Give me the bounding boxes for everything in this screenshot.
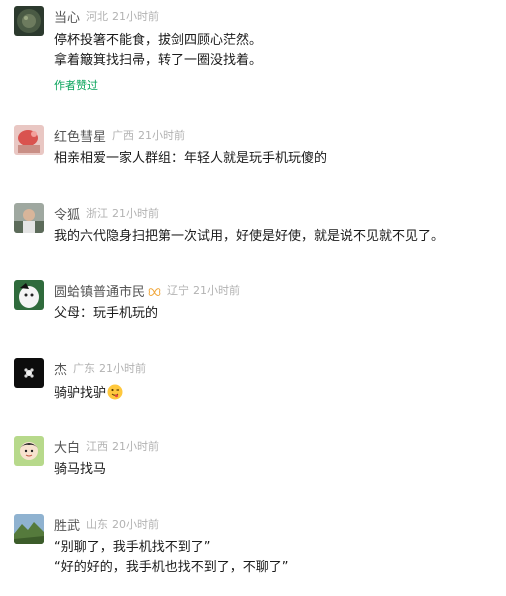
comment-time: 21小时前: [99, 362, 147, 375]
pink-hand-avatar-icon[interactable]: [14, 125, 44, 155]
wink-tongue-emoji-icon: [107, 384, 123, 400]
comment-text-line: 相亲相爱一家人群组：年轻人就是玩手机玩傻的: [54, 151, 328, 166]
author-liked-label: 作者赞过: [54, 79, 98, 92]
comment-location: 辽宁: [167, 284, 190, 297]
comment-text-line: “好的好的，我手机也找不到了，不聊了”: [54, 560, 289, 575]
comment-time: 20小时前: [112, 518, 160, 531]
person-photo-avatar-icon[interactable]: [14, 203, 44, 233]
comment-location: 广东: [73, 362, 96, 375]
dark-round-avatar-icon[interactable]: [14, 6, 44, 36]
comment-text-line: 骑驴找驴: [54, 384, 123, 404]
comment-location: 江西: [86, 440, 109, 453]
cartoon-face-avatar-icon[interactable]: [14, 436, 44, 466]
butterfly-badge-icon: [148, 284, 161, 297]
landscape-avatar-icon[interactable]: [14, 514, 44, 544]
black-flower-avatar-icon[interactable]: [14, 358, 44, 388]
commenter-name[interactable]: 杰: [54, 359, 67, 378]
cartoon-character-avatar-icon[interactable]: [14, 280, 44, 310]
comment-location: 山东: [86, 518, 109, 531]
comment-text-line: 停杯投箸不能食，拔剑四顾心茫然。: [54, 33, 263, 48]
comment-time: 21小时前: [193, 284, 241, 297]
commenter-name[interactable]: 圆蛤镇普通市民: [54, 281, 145, 300]
comment-time: 21小时前: [112, 440, 160, 453]
comment-text-line: 拿着簸箕找扫帚，转了一圈没找着。: [54, 53, 263, 68]
commenter-name[interactable]: 当心: [54, 7, 80, 26]
comment-location: 浙江: [86, 207, 109, 220]
comment-text-line: 父母：玩手机玩的: [54, 306, 159, 321]
comment-text: 骑驴找驴: [54, 386, 107, 401]
comment-text-line: 我的六代隐身扫把第一次试用，好使是好使，就是说不见就不见了。: [54, 229, 445, 244]
commenter-name[interactable]: 胜武: [54, 515, 80, 534]
commenter-name[interactable]: 令狐: [54, 204, 80, 223]
comment-location: 广西: [112, 129, 135, 142]
commenter-name[interactable]: 红色彗星: [54, 126, 106, 145]
comment-time: 21小时前: [112, 207, 160, 220]
comment-text-line: “别聊了，我手机找不到了”: [54, 540, 211, 555]
comment-text-line: 骑马找马: [54, 462, 107, 477]
commenter-name[interactable]: 大白: [54, 437, 80, 456]
comment-time: 21小时前: [138, 129, 186, 142]
comment-time: 21小时前: [112, 10, 160, 23]
comment-location: 河北: [86, 10, 109, 23]
